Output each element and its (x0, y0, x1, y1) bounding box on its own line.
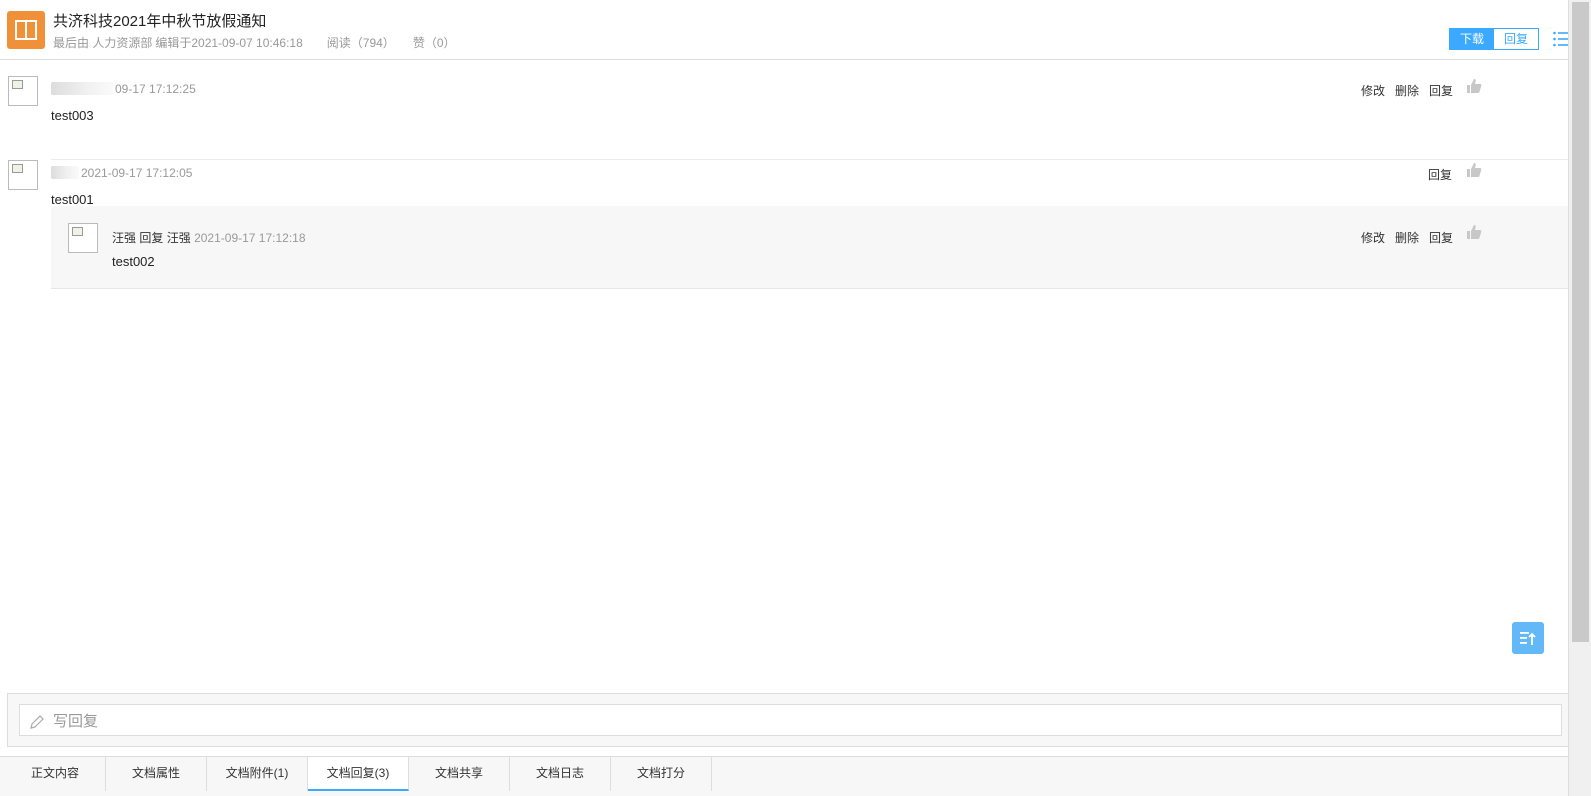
tab-share[interactable]: 文档共享 (409, 757, 510, 791)
thumbs-up-icon[interactable] (1466, 162, 1482, 181)
doc-header: 共济科技2021年中秋节放假通知 最后由 人力资源部 编辑于2021-09-07 … (0, 0, 1571, 60)
divider (51, 159, 1573, 160)
avatar (68, 223, 98, 253)
edit-link[interactable]: 修改 (1361, 229, 1385, 246)
tab-body[interactable]: 正文内容 (5, 757, 106, 791)
pencil-icon (30, 715, 44, 729)
avatar (8, 160, 38, 190)
reply-actions: 修改 删除 回复 (1361, 82, 1453, 99)
compose-box[interactable] (19, 704, 1562, 736)
delete-link[interactable]: 删除 (1395, 229, 1419, 246)
reply-time: 2021-09-17 17:12:18 (194, 231, 306, 245)
meta-edit-time: 编辑于2021-09-07 10:46:18 (155, 36, 303, 50)
reply-link[interactable]: 回复 (1429, 82, 1453, 99)
avatar (8, 76, 38, 106)
reply-link[interactable]: 回复 (1428, 166, 1452, 183)
meta-like-count: 赞（0） (412, 36, 456, 50)
reply-word: 回复 (139, 231, 164, 245)
meta-editor: 最后由 人力资源部 (53, 36, 153, 50)
tab-properties[interactable]: 文档属性 (106, 757, 207, 791)
delete-link[interactable]: 删除 (1395, 82, 1419, 99)
bottom-tabbar: 正文内容 文档属性 文档附件(1) 文档回复(3) 文档共享 文档日志 文档打分 (0, 756, 1568, 796)
tab-log[interactable]: 文档日志 (510, 757, 611, 791)
page-title: 共济科技2021年中秋节放假通知 (53, 13, 267, 30)
reply-time: 09-17 17:12:25 (115, 82, 196, 96)
arrow-up-icon (1520, 632, 1536, 645)
reply-header: 2021-09-17 17:12:05 (51, 166, 192, 180)
thumbs-up-icon[interactable] (1466, 78, 1482, 97)
back-to-top-button[interactable] (1512, 622, 1544, 654)
scroll-thumb[interactable] (1572, 2, 1589, 642)
nested-reply-container (51, 206, 1573, 289)
edit-link[interactable]: 修改 (1361, 82, 1385, 99)
header-button-group: 下载 回复 (1449, 28, 1539, 50)
reply-actions: 修改 删除 回复 (1361, 229, 1453, 246)
reply-target[interactable]: 汪强 (167, 231, 191, 245)
blurred-author-name (51, 166, 79, 179)
book-icon (7, 11, 45, 49)
reply-time: 2021-09-17 17:12:05 (81, 166, 193, 180)
reply-content: test002 (112, 254, 155, 269)
scrollbar[interactable] (1568, 0, 1591, 796)
download-button[interactable]: 下载 (1450, 29, 1494, 49)
reply-content: test001 (51, 192, 94, 207)
blurred-author-name (51, 82, 113, 95)
reply-author[interactable]: 汪强 (112, 231, 136, 245)
reply-link[interactable]: 回复 (1429, 229, 1453, 246)
reply-header: 汪强 回复 汪强 2021-09-17 17:12:18 (112, 229, 306, 246)
doc-meta: 最后由 人力资源部 编辑于2021-09-07 10:46:18 阅读（794） 赞（… (53, 34, 456, 51)
reply-actions: 回复 (1428, 166, 1452, 183)
tab-replies[interactable]: 文档回复(3) (308, 757, 409, 791)
tab-score[interactable]: 文档打分 (611, 757, 712, 791)
compose-area (7, 693, 1573, 747)
tab-attachments[interactable]: 文档附件(1) (207, 757, 308, 791)
meta-read-count: 阅读（794） (326, 36, 395, 50)
reply-button[interactable]: 回复 (1494, 29, 1538, 49)
reply-header: 09-17 17:12:25 (51, 82, 196, 96)
thumbs-up-icon[interactable] (1466, 224, 1482, 243)
reply-content: test003 (51, 108, 94, 123)
reply-input[interactable] (53, 711, 1553, 731)
